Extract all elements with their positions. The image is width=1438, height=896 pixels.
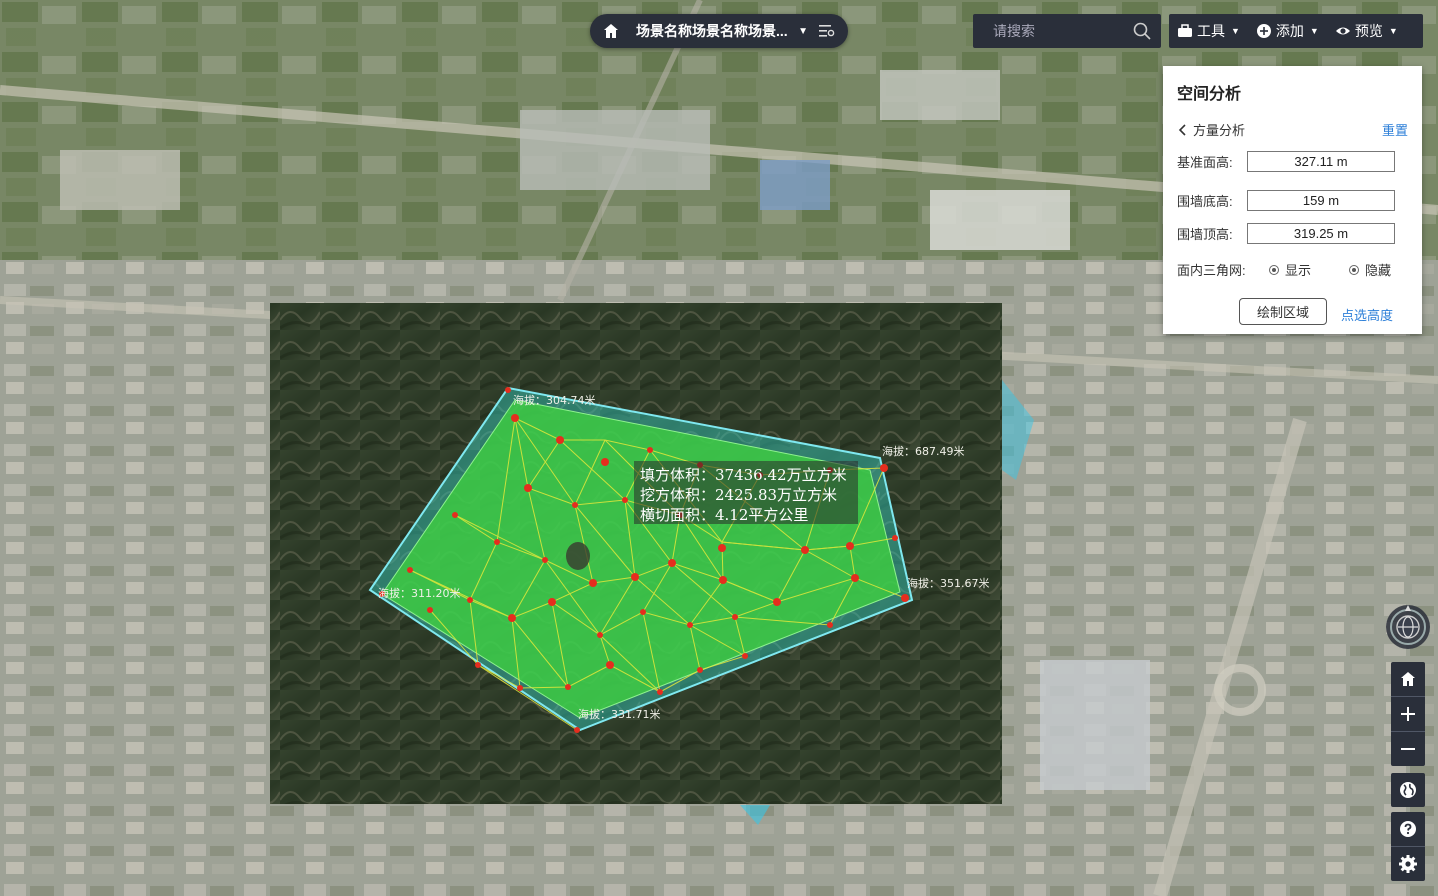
panel-title: 空间分析 — [1177, 86, 1242, 103]
top-toolbar: 工具 ▼ 添加 ▼ 预览 ▼ — [1169, 14, 1423, 48]
chevron-down-icon[interactable]: ▼ — [798, 26, 808, 37]
elevation-label: 海拔：687.49米 — [882, 444, 965, 458]
search-box — [973, 14, 1161, 48]
panel-subtitle: 方量分析 — [1193, 123, 1246, 138]
elevation-label: 海拔：331.71米 — [578, 707, 661, 721]
elevation-label: 海拔：304.74米 — [513, 393, 596, 407]
zoom-out-icon — [1401, 748, 1415, 750]
wall-bottom-label: 围墙底高: — [1177, 194, 1233, 209]
triangle-mesh-label: 面内三角网: — [1177, 263, 1246, 278]
wall-top-field[interactable] — [1247, 223, 1395, 244]
elevation-label: 海拔：351.67米 — [907, 576, 990, 590]
search-icon[interactable] — [1133, 22, 1151, 40]
preview-label: 预览 — [1354, 23, 1383, 39]
triangle-mesh-row: 面内三角网: — [1177, 260, 1267, 279]
list-settings-icon[interactable] — [818, 23, 836, 39]
help-settings-controls — [1391, 812, 1425, 881]
globe-icon — [1400, 782, 1416, 798]
scene-title[interactable]: 场景名称场景名称场景... — [636, 21, 792, 41]
chevron-down-icon: ▼ — [1309, 26, 1319, 36]
base-height-row: 基准面高: — [1177, 151, 1395, 172]
spatial-analysis-panel: 空间分析 方量分析 重置 基准面高: 围墙底高: 围墙顶高: 面内三角网: 显示… — [1163, 66, 1422, 334]
globe-control — [1391, 773, 1425, 807]
zoom-in-button[interactable] — [1391, 696, 1425, 731]
wall-top-row: 围墙顶高: — [1177, 223, 1395, 244]
search-input[interactable] — [991, 22, 1125, 40]
base-height-label: 基准面高: — [1177, 155, 1233, 170]
zoom-out-button[interactable] — [1391, 731, 1425, 766]
help-icon — [1400, 821, 1416, 837]
plus-circle-icon — [1256, 23, 1272, 39]
add-label: 添加 — [1275, 23, 1304, 39]
home-icon — [1401, 672, 1415, 686]
cut-volume-text: 挖方体积：2425.83万立方米 — [640, 486, 837, 504]
show-mesh-radio[interactable]: 显示 — [1269, 260, 1311, 279]
wall-bottom-field[interactable] — [1247, 190, 1395, 211]
home-icon[interactable] — [602, 22, 620, 40]
scene-selector[interactable]: 场景名称场景名称场景... ▼ — [590, 14, 848, 48]
draw-area-button[interactable]: 绘制区域 — [1239, 298, 1327, 325]
elevation-label: 海拔：311.20米 — [378, 586, 461, 600]
add-menu-button[interactable]: 添加 ▼ — [1256, 21, 1319, 41]
help-button[interactable] — [1391, 812, 1425, 846]
radio-icon — [1349, 264, 1359, 275]
hide-mesh-radio[interactable]: 隐藏 — [1349, 260, 1391, 279]
settings-button[interactable] — [1391, 846, 1425, 881]
gear-icon — [1399, 855, 1417, 873]
preview-menu-button[interactable]: 预览 ▼ — [1335, 21, 1398, 41]
home-view-button[interactable] — [1391, 662, 1425, 696]
globe-button[interactable] — [1391, 773, 1425, 807]
chevron-down-icon: ▼ — [1388, 26, 1398, 36]
pick-height-link[interactable]: 点选高度 — [1341, 305, 1393, 324]
hide-label: 隐藏 — [1365, 263, 1392, 278]
zoom-controls — [1391, 662, 1425, 766]
toolbox-icon — [1177, 23, 1193, 39]
tools-menu-button[interactable]: 工具 ▼ — [1177, 21, 1240, 41]
tools-label: 工具 — [1197, 23, 1225, 39]
chevron-left-icon[interactable] — [1177, 123, 1189, 137]
fill-volume-text: 填方体积：37436.42万立方米 — [640, 466, 847, 484]
panel-subheader: 方量分析 重置 — [1177, 120, 1408, 139]
wall-top-label: 围墙顶高: — [1177, 227, 1233, 242]
base-height-field[interactable] — [1247, 151, 1395, 172]
cross-area-text: 横切面积：4.12平方公里 — [640, 506, 808, 524]
zoom-in-icon — [1401, 707, 1415, 721]
eye-icon — [1335, 23, 1351, 39]
compass-icon[interactable] — [1384, 603, 1432, 651]
radio-icon — [1269, 264, 1279, 275]
wall-bottom-row: 围墙底高: — [1177, 190, 1395, 211]
show-label: 显示 — [1285, 263, 1312, 278]
chevron-down-icon: ▼ — [1231, 26, 1240, 36]
reset-link[interactable]: 重置 — [1382, 120, 1408, 139]
